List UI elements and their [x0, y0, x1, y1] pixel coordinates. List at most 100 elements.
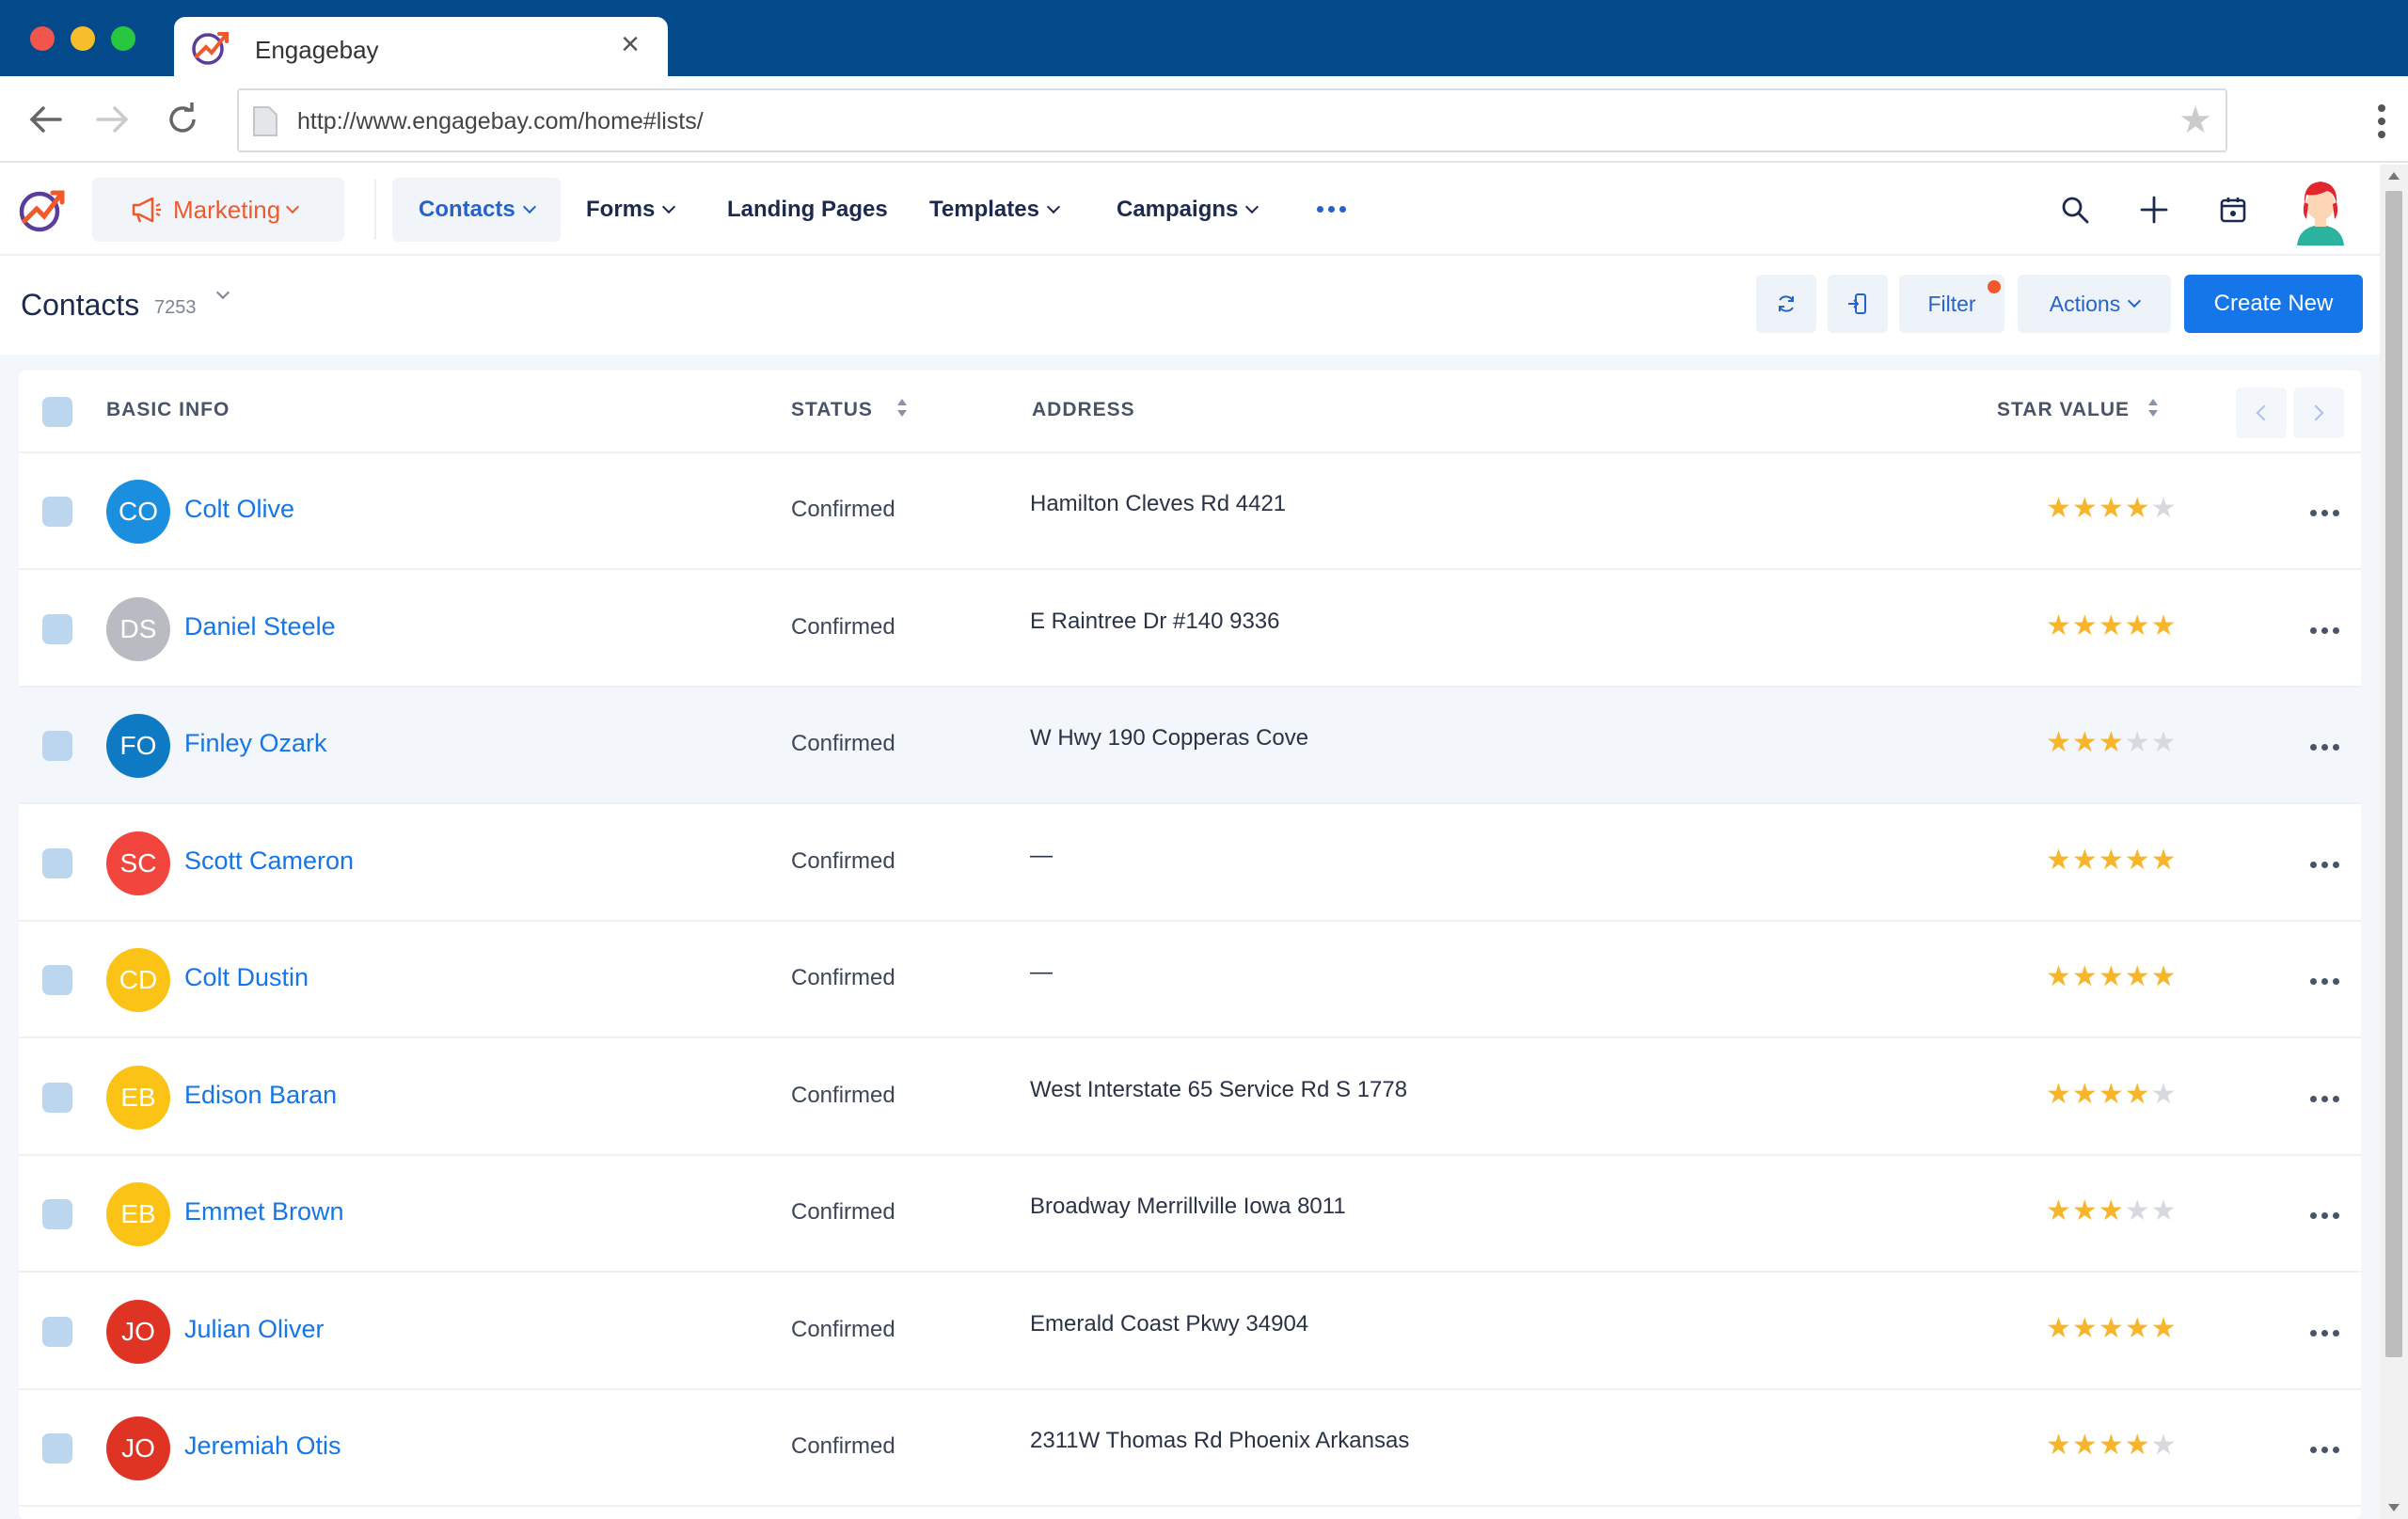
bookmark-star-icon[interactable]: ★ [2178, 102, 2212, 139]
star-filled-icon[interactable]: ★ [2125, 610, 2151, 641]
star-empty-icon[interactable]: ★ [2151, 1430, 2178, 1461]
row-more-icon[interactable] [2310, 744, 2339, 751]
minimize-window-button[interactable] [71, 26, 95, 51]
row-checkbox[interactable] [42, 847, 72, 878]
row-more-icon[interactable] [2310, 978, 2339, 985]
actions-button[interactable]: Actions [2018, 275, 2171, 333]
contact-name-link[interactable]: Finley Ozark [184, 729, 327, 758]
contact-name-link[interactable]: Daniel Steele [184, 612, 336, 641]
star-rating[interactable]: ★★★★★ [2046, 1079, 2178, 1110]
star-filled-icon[interactable]: ★ [2125, 1313, 2151, 1344]
star-filled-icon[interactable]: ★ [2099, 1430, 2125, 1461]
reload-button[interactable] [158, 95, 207, 144]
star-empty-icon[interactable]: ★ [2151, 1079, 2178, 1110]
nav-forms[interactable]: Forms [586, 178, 676, 242]
select-all-checkbox[interactable] [42, 397, 72, 427]
star-filled-icon[interactable]: ★ [2099, 1313, 2125, 1344]
star-rating[interactable]: ★★★★★ [2046, 495, 2178, 523]
star-rating[interactable]: ★★★★★ [2046, 1197, 2178, 1226]
star-filled-icon[interactable]: ★ [2151, 961, 2178, 992]
star-filled-icon[interactable]: ★ [2151, 1313, 2178, 1344]
row-more-icon[interactable] [2310, 1447, 2339, 1453]
contact-name-link[interactable]: Edison Baran [184, 1081, 337, 1110]
star-rating[interactable]: ★★★★★ [2046, 610, 2178, 641]
module-switcher[interactable]: Marketing [92, 178, 344, 242]
nav-contacts[interactable]: Contacts [392, 178, 561, 242]
star-empty-icon[interactable]: ★ [2125, 1195, 2151, 1226]
add-button[interactable] [2135, 191, 2173, 229]
star-filled-icon[interactable]: ★ [2099, 1079, 2125, 1110]
star-filled-icon[interactable]: ★ [2099, 493, 2125, 524]
column-status[interactable]: STATUS [791, 399, 873, 421]
star-filled-icon[interactable]: ★ [2125, 1430, 2151, 1461]
nav-landing-pages[interactable]: Landing Pages [727, 178, 888, 242]
star-empty-icon[interactable]: ★ [2151, 727, 2178, 758]
contact-name-link[interactable]: Jeremiah Otis [184, 1432, 341, 1461]
nav-more-icon[interactable] [1317, 206, 1346, 213]
star-filled-icon[interactable]: ★ [2046, 1313, 2072, 1344]
sort-status-icon[interactable] [895, 397, 909, 423]
row-checkbox[interactable] [42, 1316, 72, 1347]
nav-campaigns[interactable]: Campaigns [1117, 178, 1259, 242]
page-scrollbar[interactable] [2380, 165, 2408, 1519]
star-rating[interactable]: ★★★★★ [2046, 845, 2178, 876]
star-filled-icon[interactable]: ★ [2046, 727, 2072, 758]
star-empty-icon[interactable]: ★ [2125, 727, 2151, 758]
star-filled-icon[interactable]: ★ [2046, 1079, 2072, 1110]
star-filled-icon[interactable]: ★ [2099, 1195, 2125, 1226]
star-filled-icon[interactable]: ★ [2046, 610, 2072, 641]
star-filled-icon[interactable]: ★ [2046, 493, 2072, 524]
star-filled-icon[interactable]: ★ [2046, 1430, 2072, 1461]
row-more-icon[interactable] [2310, 1212, 2339, 1219]
scroll-down-icon[interactable] [2388, 1504, 2400, 1511]
row-more-icon[interactable] [2310, 861, 2339, 868]
star-filled-icon[interactable]: ★ [2072, 1430, 2099, 1461]
star-filled-icon[interactable]: ★ [2072, 1195, 2099, 1226]
table-row[interactable]: SC Scott Cameron Confirmed — ★★★★★ [19, 805, 2361, 922]
star-filled-icon[interactable]: ★ [2125, 961, 2151, 992]
row-more-icon[interactable] [2310, 1329, 2339, 1337]
browser-tab[interactable]: Engagebay × [174, 17, 668, 76]
star-filled-icon[interactable]: ★ [2046, 845, 2072, 876]
search-button[interactable] [2056, 191, 2094, 229]
row-checkbox[interactable] [42, 1433, 72, 1464]
row-checkbox[interactable] [42, 497, 72, 527]
list-selector-chevron-icon[interactable] [215, 285, 230, 300]
sort-star-value-icon[interactable] [2147, 397, 2160, 423]
star-rating[interactable]: ★★★★★ [2046, 963, 2178, 991]
table-row[interactable]: FO Finley Ozark Confirmed W Hwy 190 Coppera… [19, 688, 2361, 804]
row-checkbox[interactable] [42, 965, 72, 995]
star-filled-icon[interactable]: ★ [2046, 961, 2072, 992]
star-filled-icon[interactable]: ★ [2125, 845, 2151, 876]
address-bar[interactable]: http://www.engagebay.com/home#lists/ ★ [237, 88, 2227, 152]
row-checkbox[interactable] [42, 731, 72, 761]
table-row[interactable]: JO Julian Oliver Confirmed Emerald Coast Pk… [19, 1274, 2361, 1390]
table-row[interactable]: CD Colt Dustin Confirmed — ★★★★★ [19, 922, 2361, 1038]
refresh-button[interactable] [1756, 275, 1816, 333]
scroll-up-icon[interactable] [2388, 172, 2400, 180]
row-more-icon[interactable] [2310, 626, 2339, 634]
star-filled-icon[interactable]: ★ [2125, 1079, 2151, 1110]
tab-close-icon[interactable]: × [621, 28, 640, 60]
star-filled-icon[interactable]: ★ [2072, 845, 2099, 876]
back-button[interactable] [21, 95, 70, 144]
row-more-icon[interactable] [2310, 510, 2339, 516]
star-filled-icon[interactable]: ★ [2151, 845, 2178, 876]
star-rating[interactable]: ★★★★★ [2046, 1313, 2178, 1344]
star-rating[interactable]: ★★★★★ [2046, 1432, 2178, 1460]
star-empty-icon[interactable]: ★ [2151, 493, 2178, 524]
row-checkbox[interactable] [42, 1199, 72, 1229]
app-logo-icon[interactable] [17, 183, 70, 236]
star-filled-icon[interactable]: ★ [2046, 1195, 2072, 1226]
forward-button[interactable] [88, 95, 137, 144]
scrollbar-thumb[interactable] [2385, 191, 2402, 1357]
contact-name-link[interactable]: Colt Olive [184, 495, 294, 524]
star-rating[interactable]: ★★★★★ [2046, 729, 2178, 757]
row-more-icon[interactable] [2310, 1095, 2339, 1102]
next-page-button[interactable] [2293, 388, 2344, 438]
filter-button[interactable]: Filter [1899, 275, 2004, 333]
contact-name-link[interactable]: Julian Oliver [184, 1315, 325, 1344]
contact-name-link[interactable]: Colt Dustin [184, 963, 309, 992]
user-avatar[interactable] [2288, 176, 2353, 245]
close-window-button[interactable] [30, 26, 55, 51]
